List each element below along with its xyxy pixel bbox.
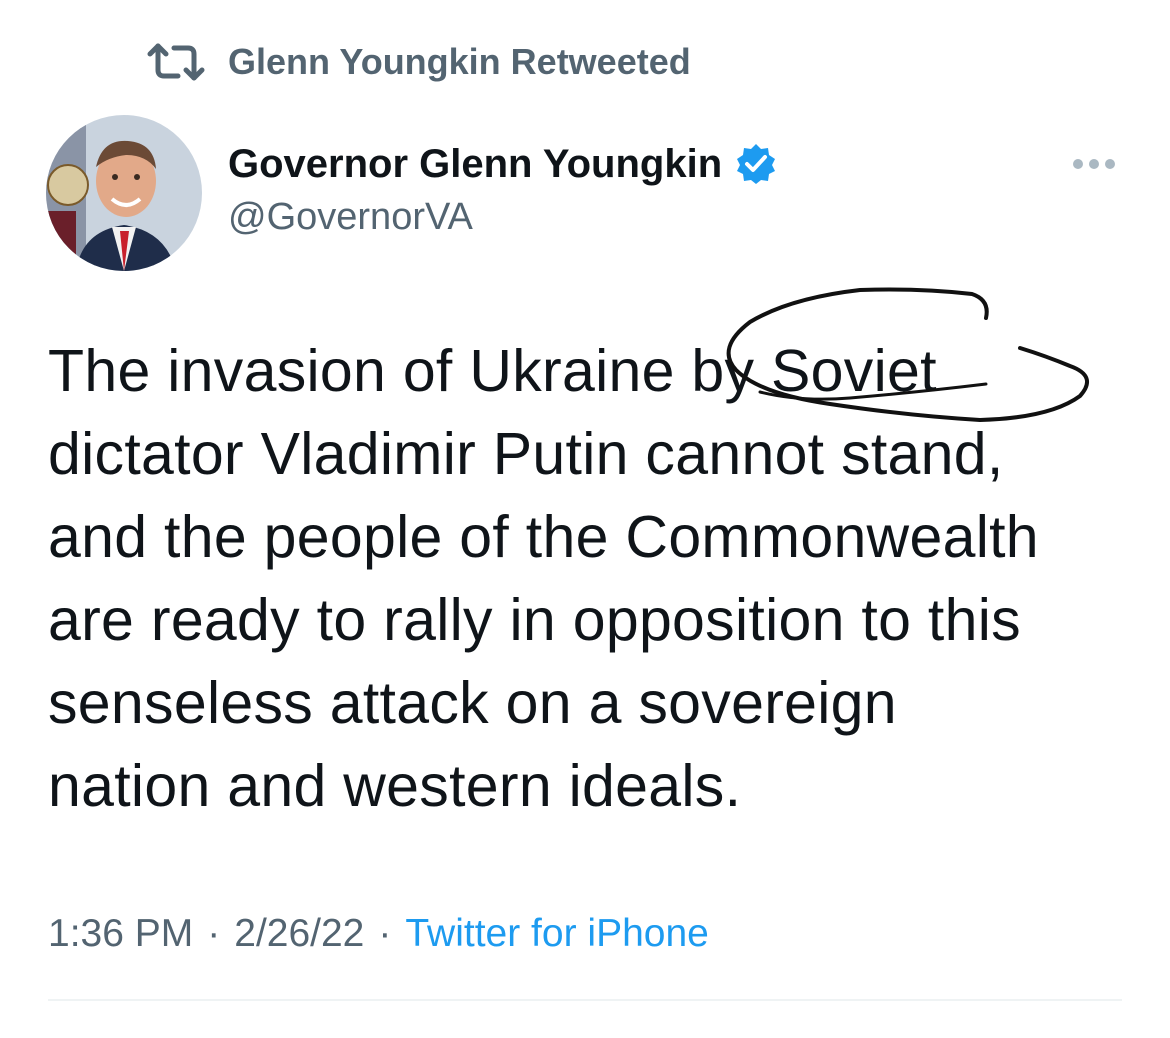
meta-separator: · [378, 912, 392, 955]
tweet-line: dictator Vladimir Putin cannot stand, [48, 421, 1004, 487]
tweet-date[interactable]: 2/26/22 [234, 912, 364, 956]
display-name[interactable]: Governor Glenn Youngkin [228, 142, 722, 187]
tweet-text: The invasion of Ukraine by Soviet dictat… [48, 330, 1138, 828]
tweet-source-link[interactable]: Twitter for iPhone [405, 912, 708, 956]
tweet-time[interactable]: 1:36 PM [48, 912, 193, 956]
tweet-line: nation and western ideals. [48, 753, 742, 819]
retweet-context: Glenn Youngkin Retweeted [146, 38, 691, 86]
avatar[interactable] [46, 115, 202, 271]
tweet-line: The invasion of Ukraine by Soviet [48, 338, 937, 404]
tweet-line: senseless attack on a sovereign [48, 670, 897, 736]
meta-separator: · [207, 912, 221, 955]
author-row: Governor Glenn Youngkin [228, 138, 778, 190]
tweet-metadata: 1:36 PM · 2/26/22 · Twitter for iPhone [48, 912, 709, 956]
more-options-button[interactable] [1062, 148, 1126, 180]
retweet-label[interactable]: Glenn Youngkin Retweeted [228, 41, 691, 83]
tweet-line: and the people of the Commonwealth [48, 504, 1039, 570]
verified-badge-icon [737, 144, 776, 184]
handle[interactable]: @GovernorVA [228, 196, 473, 239]
retweet-icon [147, 43, 205, 81]
more-options-icon [1073, 159, 1115, 169]
tweet-line: are ready to rally in opposition to this [48, 587, 1021, 653]
divider [48, 999, 1122, 1001]
